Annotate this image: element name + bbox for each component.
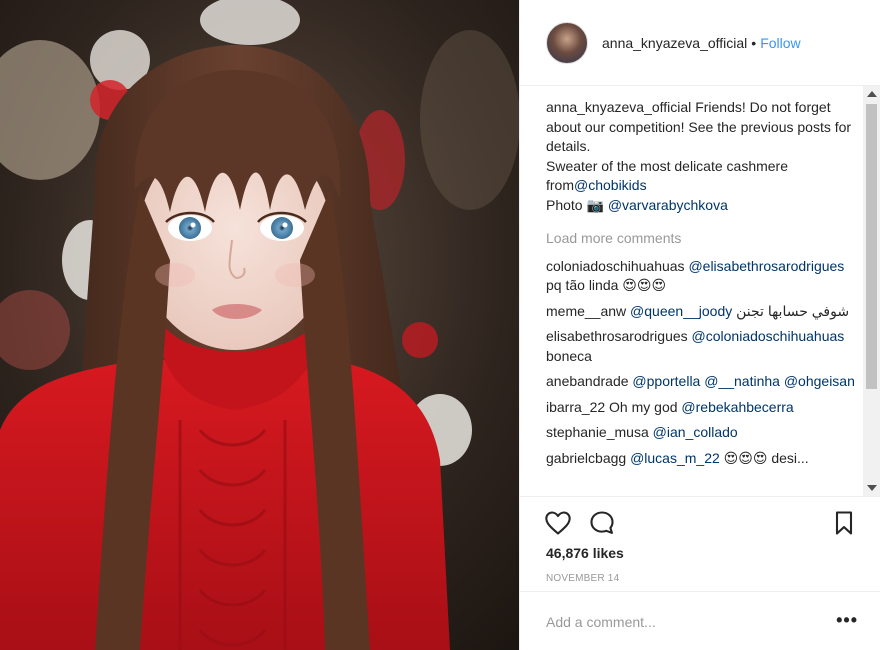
comment-mention[interactable]: @queen__joody — [630, 303, 732, 319]
comment-mention[interactable]: @lucas_m_22 — [630, 450, 720, 466]
comment-username[interactable]: stephanie_musa — [546, 424, 649, 440]
comment-mention[interactable]: @pportella @__natinha @ohgeisan — [632, 373, 854, 389]
follow-button[interactable]: Follow — [760, 35, 800, 51]
caption-username[interactable]: anna_knyazeva_official — [546, 99, 691, 115]
comment-mention[interactable]: @coloniadoschihuahuas — [692, 328, 845, 344]
scroll-down-arrow-icon[interactable] — [867, 485, 877, 491]
comment-input[interactable] — [546, 610, 806, 634]
header-username[interactable]: anna_knyazeva_official — [602, 35, 747, 51]
load-more-comments-button[interactable]: Load more comments — [546, 229, 862, 249]
comment-text: 😍😍😍 desi... — [723, 449, 809, 466]
post-side-panel: anna_knyazeva_official • Follow anna_kny… — [519, 0, 880, 650]
post-actions: 46,876 likes NOVEMBER 14 — [520, 496, 880, 606]
comment-mention[interactable]: @rebekahbecerra — [681, 399, 793, 415]
list-item: coloniadoschihuahuas @elisabethrosarodri… — [546, 257, 862, 296]
comment-username[interactable]: coloniadoschihuahuas — [546, 258, 685, 274]
comment-text: pq tão linda 😍😍😍 — [546, 277, 667, 293]
comment-username[interactable]: ibarra_22 — [546, 399, 605, 415]
comment-mention[interactable]: @elisabethrosarodrigues — [688, 258, 844, 274]
comment-username[interactable]: meme__anw — [546, 303, 626, 319]
post-caption: anna_knyazeva_official Friends! Do not f… — [546, 98, 862, 215]
comment-username[interactable]: gabrielcbagg — [546, 450, 626, 466]
post-photo[interactable] — [0, 0, 519, 650]
list-item: ibarra_22 Oh my god @rebekahbecerra — [546, 398, 862, 418]
comments-list[interactable]: anna_knyazeva_official Friends! Do not f… — [546, 98, 862, 496]
photo-illustration — [0, 0, 519, 650]
caption-mention-1[interactable]: @chobikids — [574, 177, 647, 193]
comment-text: شوفي حسابها تجنن — [736, 302, 850, 319]
avatar[interactable] — [546, 21, 588, 64]
comment-icon[interactable] — [588, 509, 616, 537]
scrollbar-thumb[interactable] — [866, 104, 877, 389]
comment-text: Oh my god — [609, 398, 678, 415]
comments-scrollbar[interactable] — [863, 86, 880, 496]
comment-mention[interactable]: @ian_collado — [653, 424, 738, 440]
heart-icon[interactable] — [544, 509, 572, 537]
comment-username[interactable]: elisabethrosarodrigues — [546, 328, 688, 344]
header-separator: • — [751, 34, 757, 51]
post-date[interactable]: NOVEMBER 14 — [546, 573, 619, 584]
list-item: elisabethrosarodrigues @coloniadoschihua… — [546, 327, 862, 366]
list-item: gabrielcbagg @lucas_m_22 😍😍😍 desi... — [546, 449, 862, 469]
post-header: anna_knyazeva_official • Follow — [520, 0, 880, 86]
list-item: meme__anw @queen__joody شوفي حسابها تجنن — [546, 302, 862, 322]
likes-count[interactable]: 46,876 likes — [546, 545, 624, 561]
caption-text-3: Photo 📷 — [546, 196, 604, 213]
add-comment-bar: ••• — [520, 591, 880, 650]
bookmark-icon[interactable] — [830, 509, 858, 537]
more-options-icon[interactable]: ••• — [836, 610, 858, 631]
list-item: stephanie_musa @ian_collado — [546, 423, 862, 443]
scroll-up-arrow-icon[interactable] — [867, 91, 877, 97]
caption-mention-2[interactable]: @varvarabychkova — [608, 197, 728, 213]
comment-username[interactable]: anebandrade — [546, 373, 629, 389]
comment-text: boneca — [546, 347, 592, 364]
list-item: anebandrade @pportella @__natinha @ohgei… — [546, 372, 862, 392]
